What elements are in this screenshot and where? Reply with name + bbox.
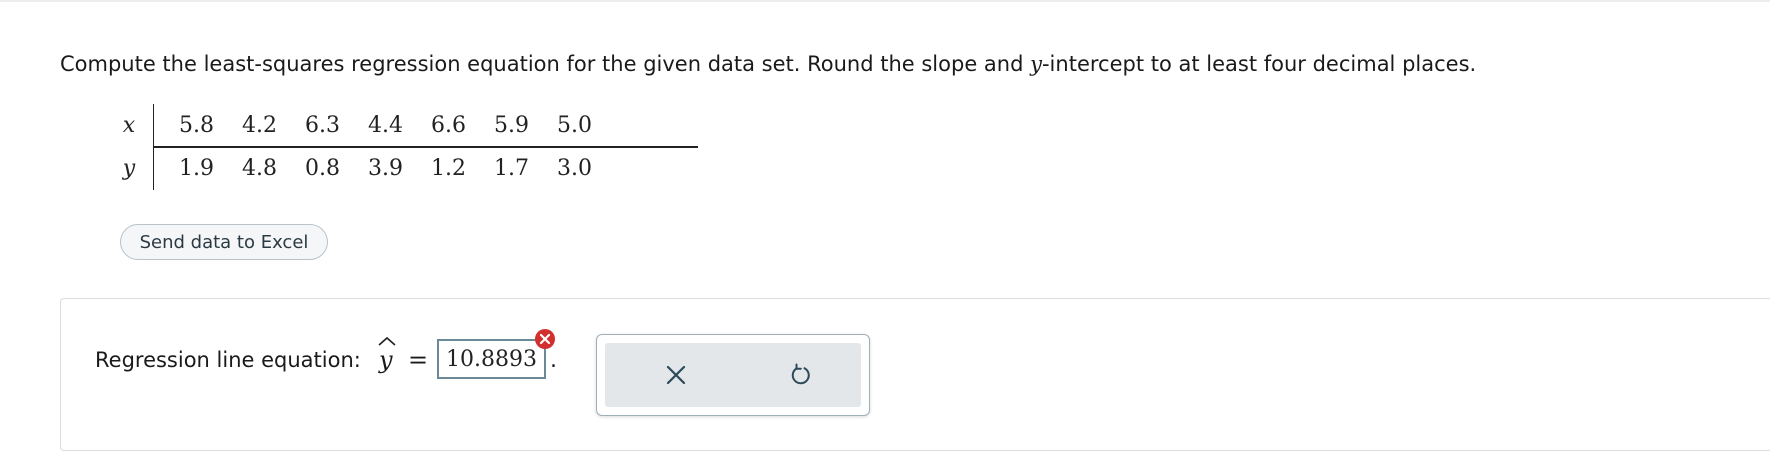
data-table: x 5.8 4.2 6.3 4.4 6.6 5.9 5.0 y 1.9 4.8 0.8 3.9 1.…	[105, 104, 698, 190]
y-row-label: y	[122, 156, 136, 181]
x-values: 5.8 4.2 6.3 4.4 6.6 5.9 5.0	[153, 113, 606, 138]
x-value-cell: 6.6	[431, 113, 466, 138]
hat-accent-icon	[378, 336, 396, 346]
equation-period: .	[550, 348, 557, 373]
x-value-cell: 5.0	[557, 113, 592, 138]
slope-intercept-input[interactable]: 10.8893	[437, 339, 546, 379]
y-value-cell: 1.9	[179, 156, 214, 181]
y-hat-symbol: y	[376, 336, 398, 376]
prompt-text-start: Compute the least-squares regression equ…	[60, 52, 1031, 76]
answer-panel	[60, 298, 1770, 451]
y-value-cell: 1.2	[431, 156, 466, 181]
x-value-cell: 5.9	[494, 113, 529, 138]
send-to-excel-button[interactable]: Send data to Excel	[120, 224, 328, 260]
close-icon[interactable]	[663, 362, 689, 388]
x-value-cell: 4.4	[368, 113, 403, 138]
y-value-cell: 3.9	[368, 156, 403, 181]
y-value-cell: 0.8	[305, 156, 340, 181]
answer-actions-panel	[596, 334, 870, 416]
x-value-cell: 4.2	[242, 113, 277, 138]
y-value-cell: 3.0	[557, 156, 592, 181]
undo-icon[interactable]	[788, 362, 814, 388]
x-value-cell: 6.3	[305, 113, 340, 138]
top-divider	[0, 0, 1770, 2]
prompt-text-end: -intercept to at least four decimal plac…	[1041, 52, 1477, 76]
answer-actions-bar	[605, 343, 861, 407]
x-value-cell: 5.8	[179, 113, 214, 138]
question-prompt: Compute the least-squares regression equ…	[60, 52, 1476, 76]
table-horizontal-rule	[153, 146, 698, 148]
y-value-cell: 1.7	[494, 156, 529, 181]
regression-equation-label: Regression line equation:	[95, 348, 361, 372]
x-row: x 5.8 4.2 6.3 4.4 6.6 5.9 5.0	[105, 104, 606, 147]
y-values: 1.9 4.8 0.8 3.9 1.2 1.7 3.0	[153, 156, 606, 181]
prompt-variable: y	[1030, 52, 1042, 76]
incorrect-icon	[535, 329, 555, 349]
y-value-cell: 4.8	[242, 156, 277, 181]
x-row-label: x	[122, 113, 136, 138]
equals-sign: =	[408, 346, 429, 374]
y-hat-variable: y	[379, 346, 393, 374]
y-row: y 1.9 4.8 0.8 3.9 1.2 1.7 3.0	[105, 147, 606, 190]
